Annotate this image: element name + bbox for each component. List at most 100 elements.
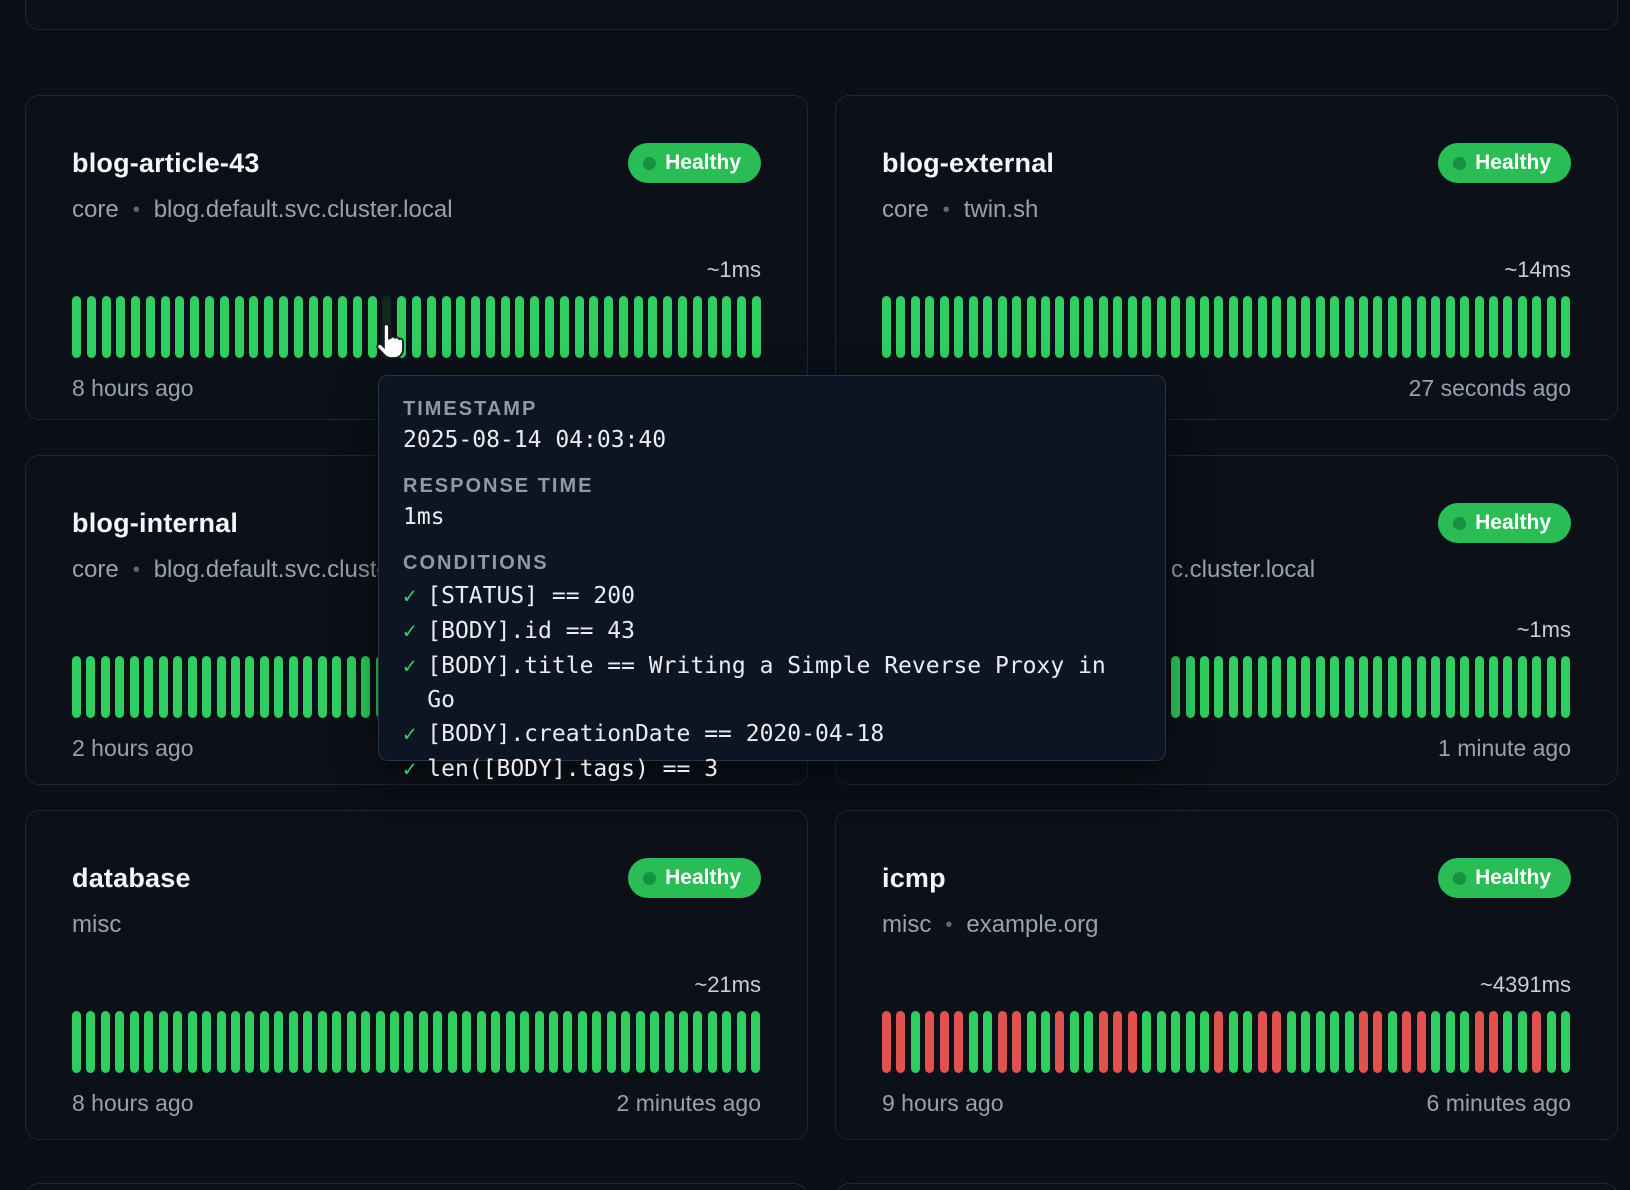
- status-bar[interactable]: [1229, 656, 1238, 718]
- status-bar[interactable]: [72, 1011, 81, 1073]
- status-bar[interactable]: [911, 296, 920, 358]
- status-bar[interactable]: [1388, 656, 1397, 718]
- status-bar[interactable]: [678, 296, 687, 358]
- status-bar[interactable]: [589, 296, 598, 358]
- status-bar[interactable]: [1373, 296, 1382, 358]
- status-bar[interactable]: [1301, 296, 1310, 358]
- status-bar[interactable]: [722, 296, 731, 358]
- status-bar[interactable]: [1113, 1011, 1122, 1073]
- status-bar[interactable]: [1186, 296, 1195, 358]
- status-bar[interactable]: [506, 1011, 515, 1073]
- status-bar[interactable]: [260, 1011, 269, 1073]
- status-bar[interactable]: [1157, 1011, 1166, 1073]
- status-bar[interactable]: [560, 296, 569, 358]
- status-bar[interactable]: [116, 296, 125, 358]
- status-bar[interactable]: [101, 1011, 110, 1073]
- service-card-blog-external[interactable]: blog-external Healthy core • twin.sh ~14…: [835, 95, 1618, 420]
- status-bar[interactable]: [896, 1011, 905, 1073]
- status-bar[interactable]: [361, 1011, 370, 1073]
- status-bar[interactable]: [1532, 656, 1541, 718]
- status-bar[interactable]: [245, 656, 254, 718]
- status-bar[interactable]: [1012, 296, 1021, 358]
- status-bar[interactable]: [448, 1011, 457, 1073]
- status-bar[interactable]: [940, 1011, 949, 1073]
- status-bar[interactable]: [1272, 656, 1281, 718]
- status-bar[interactable]: [636, 1011, 645, 1073]
- status-bar[interactable]: [1055, 296, 1064, 358]
- status-bar[interactable]: [264, 296, 273, 358]
- status-bar[interactable]: [188, 1011, 197, 1073]
- status-bar[interactable]: [289, 656, 298, 718]
- status-bar[interactable]: [318, 1011, 327, 1073]
- status-bar[interactable]: [1417, 1011, 1426, 1073]
- status-bar[interactable]: [1503, 656, 1512, 718]
- status-bar[interactable]: [1518, 656, 1527, 718]
- status-bar[interactable]: [1272, 296, 1281, 358]
- status-bar[interactable]: [1561, 1011, 1570, 1073]
- status-bar[interactable]: [1446, 1011, 1455, 1073]
- status-bar[interactable]: [1027, 296, 1036, 358]
- status-bar[interactable]: [1460, 296, 1469, 358]
- status-bar[interactable]: [969, 1011, 978, 1073]
- service-card-database[interactable]: database Healthy misc ~21ms 8 hours ago …: [25, 810, 808, 1140]
- status-bar[interactable]: [650, 1011, 659, 1073]
- status-bar[interactable]: [1128, 296, 1137, 358]
- status-bar[interactable]: [1431, 296, 1440, 358]
- status-bar[interactable]: [1243, 656, 1252, 718]
- status-bar[interactable]: [1084, 1011, 1093, 1073]
- status-bar[interactable]: [1243, 1011, 1252, 1073]
- status-bar[interactable]: [274, 656, 283, 718]
- status-bar[interactable]: [338, 296, 347, 358]
- status-bar[interactable]: [911, 1011, 920, 1073]
- status-bar[interactable]: [1258, 296, 1267, 358]
- status-bar[interactable]: [1518, 296, 1527, 358]
- status-bar[interactable]: [202, 656, 211, 718]
- status-bar[interactable]: [294, 296, 303, 358]
- status-bar[interactable]: [87, 296, 96, 358]
- status-bar[interactable]: [347, 1011, 356, 1073]
- status-bar[interactable]: [1287, 656, 1296, 718]
- status-bar[interactable]: [390, 1011, 399, 1073]
- status-bar[interactable]: [1258, 1011, 1267, 1073]
- status-bar[interactable]: [549, 1011, 558, 1073]
- status-bar[interactable]: [954, 296, 963, 358]
- status-bar[interactable]: [86, 1011, 95, 1073]
- status-bar[interactable]: [332, 656, 341, 718]
- status-bar[interactable]: [752, 296, 761, 358]
- status-bar[interactable]: [303, 656, 312, 718]
- status-bar[interactable]: [1417, 656, 1426, 718]
- status-bar[interactable]: [274, 1011, 283, 1073]
- status-bar[interactable]: [1142, 1011, 1151, 1073]
- status-bar[interactable]: [1518, 1011, 1527, 1073]
- status-bar[interactable]: [535, 1011, 544, 1073]
- status-bar[interactable]: [1027, 1011, 1036, 1073]
- status-bar[interactable]: [1561, 656, 1570, 718]
- status-bar[interactable]: [471, 296, 480, 358]
- status-bar[interactable]: [1171, 1011, 1180, 1073]
- status-bar[interactable]: [175, 296, 184, 358]
- status-bar[interactable]: [279, 296, 288, 358]
- service-card-blog-article-43[interactable]: blog-article-43 Healthy core • blog.defa…: [25, 95, 808, 420]
- status-bar[interactable]: [1243, 296, 1252, 358]
- status-bar[interactable]: [486, 296, 495, 358]
- status-bar[interactable]: [1373, 656, 1382, 718]
- status-bar[interactable]: [1099, 296, 1108, 358]
- status-bar[interactable]: [1446, 656, 1455, 718]
- status-bar[interactable]: [708, 1011, 717, 1073]
- status-bar[interactable]: [1489, 656, 1498, 718]
- status-bar[interactable]: [1503, 1011, 1512, 1073]
- status-bar[interactable]: [708, 296, 717, 358]
- status-bar[interactable]: [1200, 1011, 1209, 1073]
- status-bar[interactable]: [231, 656, 240, 718]
- status-bar[interactable]: [72, 656, 81, 718]
- status-bar[interactable]: [665, 1011, 674, 1073]
- status-bar[interactable]: [130, 1011, 139, 1073]
- status-bar[interactable]: [563, 1011, 572, 1073]
- status-bar[interactable]: [115, 656, 124, 718]
- status-bar[interactable]: [1301, 656, 1310, 718]
- status-bar[interactable]: [1041, 296, 1050, 358]
- status-bar[interactable]: [427, 296, 436, 358]
- status-bar[interactable]: [1431, 1011, 1440, 1073]
- status-bar[interactable]: [491, 1011, 500, 1073]
- status-bar[interactable]: [131, 296, 140, 358]
